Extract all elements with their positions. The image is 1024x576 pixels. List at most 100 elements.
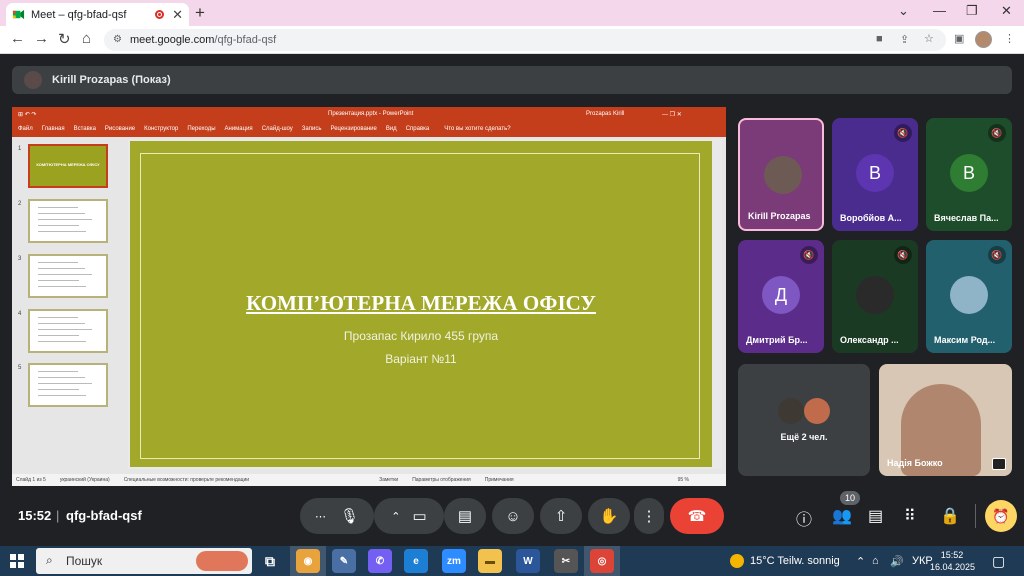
captions-button[interactable]: ▤	[444, 498, 486, 534]
ppt-window-title: Презентация.pptx - PowerPoint	[328, 111, 414, 117]
bookmark-star-icon[interactable]: ☆	[924, 32, 934, 45]
chrome-app-icon[interactable]: ◎	[590, 549, 614, 573]
chrome-menu-icon[interactable]: ⋮	[1004, 32, 1015, 45]
browser-tab[interactable]: Meet – qfg-bfad-qsf ✕	[6, 3, 189, 26]
ppt-menu-item: Переходы	[187, 126, 216, 132]
thumb-text-line	[38, 383, 92, 384]
shared-screen: ⊞ ↶ ↷ Презентация.pptx - PowerPoint Proz…	[12, 107, 726, 486]
taskbar-clock[interactable]: 15:52 16.04.2025	[930, 549, 976, 573]
weather-widget[interactable]: 15°C Teilw. sonnig	[730, 546, 840, 576]
mic-off-icon: 🔇	[988, 246, 1006, 264]
mic-off-icon: 🔇	[988, 124, 1006, 142]
ppt-menu-item: Главная	[41, 126, 65, 132]
screen: Meet – qfg-bfad-qsf ✕ + ⌄ — ❐ ✕ ← → ↻ ⌂ …	[0, 0, 1024, 576]
mic-off-icon: 🔇	[894, 246, 912, 264]
more-dots-icon: ⋯	[314, 510, 326, 523]
taskbar-search[interactable]: ⌕ Пошук	[36, 548, 252, 574]
paint-app-icon[interactable]: ✎	[332, 549, 356, 573]
camera-in-use-icon[interactable]: ■	[876, 33, 883, 45]
more-participants-tile[interactable]: Ещё 2 чел.	[738, 364, 870, 476]
raise-hand-button[interactable]: ✋	[588, 498, 630, 534]
participant-tile[interactable]: В 🔇 Вячеслав Па...	[926, 118, 1012, 231]
presenter-avatar	[24, 71, 42, 89]
url-path: /qfg-bfad-qsf	[214, 34, 277, 46]
ppt-menu-item: Анимация	[224, 126, 253, 132]
tray-chevron-icon[interactable]: ⌃	[856, 546, 865, 576]
thumb-text-line	[38, 335, 79, 336]
notifications-icon[interactable]: ▢	[992, 546, 1005, 576]
self-view-tile[interactable]: Надія Божко	[879, 364, 1012, 476]
thumb-text-line	[38, 395, 86, 396]
back-icon[interactable]: ←	[10, 30, 25, 47]
info-icon[interactable]: ⓘ	[796, 506, 812, 530]
slide-thumbnails: 1 КОМП'ЮТЕРНА МЕРЕЖА ОФІСУ 2 3 4 5	[12, 137, 122, 474]
people-icon[interactable]: 👥	[832, 506, 852, 526]
close-window-icon[interactable]: ✕	[1001, 3, 1012, 19]
more-options-button[interactable]: ⋮	[634, 498, 664, 534]
participant-avatar: В	[856, 154, 894, 192]
reactions-button[interactable]: ☺	[492, 498, 534, 534]
snipping-app-icon[interactable]: ✂	[554, 549, 578, 573]
participant-avatar	[764, 156, 802, 194]
network-icon[interactable]: ⌂	[872, 546, 879, 576]
thumb-text-line	[38, 377, 85, 378]
pip-icon[interactable]	[992, 458, 1006, 470]
reload-icon[interactable]: ↻	[58, 30, 71, 48]
clock-time: 15:52	[940, 550, 964, 560]
camera-button[interactable]: ⌃ ▭	[374, 498, 444, 534]
chat-icon[interactable]: ▤	[868, 506, 883, 526]
recording-icon	[155, 10, 165, 19]
participant-tile[interactable]: 🔇 Максим Род...	[926, 240, 1012, 353]
profile-avatar[interactable]	[975, 31, 992, 48]
word-app-icon[interactable]: W	[516, 549, 540, 573]
file-explorer-icon[interactable]: ▬	[478, 549, 502, 573]
thumb-text-line	[38, 207, 78, 208]
ppt-menu-item: Вид	[385, 126, 397, 132]
thumb-text-line	[38, 341, 86, 342]
side-panel-icon[interactable]: ▣	[954, 32, 964, 45]
site-info-icon[interactable]: ⚙	[113, 34, 122, 45]
participant-tile[interactable]: Д 🔇 Дмитрий Бр...	[738, 240, 824, 353]
chrome-profile-app-icon[interactable]: ◉	[296, 549, 320, 573]
windows-start-icon[interactable]	[10, 554, 24, 568]
participant-tile[interactable]: В 🔇 Воробйов А...	[832, 118, 918, 231]
present-icon: ⇧	[554, 508, 568, 525]
maximize-icon[interactable]: ❐	[966, 3, 978, 19]
participant-avatar: В	[950, 154, 988, 192]
participant-tile[interactable]: 🔇 Олександр ...	[832, 240, 918, 353]
slide-thumbnail	[28, 254, 108, 298]
edge-app-icon[interactable]: e	[404, 549, 428, 573]
ppt-user: Prozapas Kirill	[586, 111, 625, 117]
volume-icon[interactable]: 🔊	[890, 546, 904, 576]
viber-app-icon[interactable]: ✆	[368, 549, 392, 573]
thumb-text-line	[38, 231, 86, 232]
ppt-menu-item: Слайд-шоу	[261, 126, 293, 132]
host-controls-icon[interactable]: 🔒	[940, 506, 960, 526]
status-zoom: 95 %	[677, 477, 690, 483]
participant-avatar	[856, 276, 894, 314]
minimize-icon[interactable]: —	[933, 3, 946, 18]
task-view-icon[interactable]: ⧉	[258, 549, 282, 573]
avatar	[778, 398, 804, 424]
participant-tile[interactable]: Kirill Prozapas	[738, 118, 824, 231]
more-mic-options-button[interactable]: ⋯ 🎙	[300, 498, 374, 534]
share-icon[interactable]: ⇪	[900, 33, 909, 46]
zoom-app-icon[interactable]: zm	[442, 549, 466, 573]
tab-search-icon[interactable]: ⌄	[898, 3, 909, 19]
forward-icon[interactable]: →	[34, 30, 49, 47]
timer-button[interactable]: ⏰	[985, 500, 1017, 532]
presenter-label: Kirill Prozapas (Показ)	[52, 74, 171, 86]
home-icon[interactable]: ⌂	[82, 30, 91, 47]
thumb-text-line	[38, 389, 79, 390]
thumb-number: 1	[18, 146, 22, 152]
address-row: ← → ↻ ⌂ ⚙ meet.google.com/qfg-bfad-qsf ■…	[0, 26, 1024, 54]
thumb-text-line	[38, 371, 78, 372]
close-tab-icon[interactable]: ✕	[172, 7, 183, 23]
address-bar[interactable]: ⚙ meet.google.com/qfg-bfad-qsf	[104, 29, 946, 51]
activities-icon[interactable]: ⠿	[904, 506, 916, 526]
clock-date: 16.04.2025	[930, 562, 976, 572]
present-button[interactable]: ⇧	[540, 498, 582, 534]
leave-call-button[interactable]: ☎	[670, 498, 724, 534]
new-tab-icon[interactable]: +	[195, 3, 205, 23]
slide: КОМП’ЮТЕРНА МЕРЕЖА ОФІСУ Прозапас Кирило…	[130, 141, 712, 467]
